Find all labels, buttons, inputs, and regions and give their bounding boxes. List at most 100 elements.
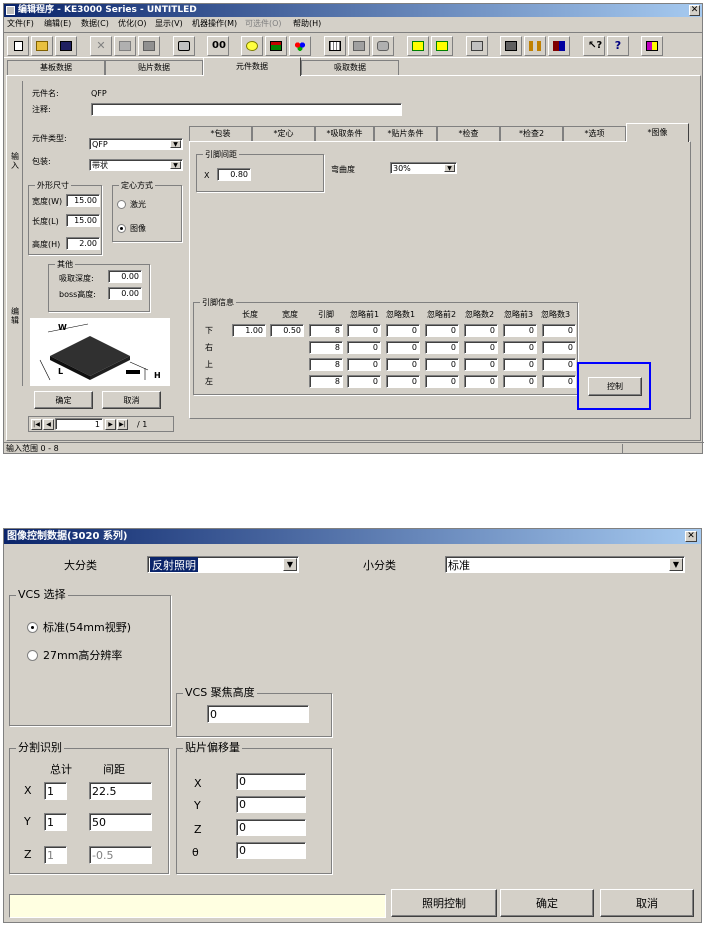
vcs-focus-input[interactable]: 0 [207,705,309,723]
last-record-icon[interactable]: ▶| [117,419,128,430]
major-category-select[interactable]: 反射照明 ▼ [147,556,299,573]
curve-select[interactable]: 30% ▼ [390,162,457,174]
menu-help[interactable]: 帮助(H) [293,20,321,28]
next-record-icon[interactable]: ▶ [105,419,116,430]
subtab-check2[interactable]: *检查2 [500,126,563,141]
first-record-icon[interactable]: |◀ [31,419,42,430]
lead-value-input[interactable]: 0 [347,324,381,337]
split-y-total-input[interactable]: 1 [44,813,67,831]
help-pointer-button[interactable]: ↖? [583,36,605,56]
machine-button[interactable] [265,36,287,56]
menu-view[interactable]: 显示(V) [155,20,183,28]
lead-value-input[interactable]: 0 [425,341,459,354]
lead-value-input[interactable]: 0 [425,375,459,388]
menu-data[interactable]: 数据(C) [81,20,109,28]
subtab-options[interactable]: *选项 [563,126,626,141]
components-button[interactable] [289,36,311,56]
save-button[interactable] [55,36,77,56]
lead-value-input[interactable]: 0 [347,341,381,354]
lead-value-input[interactable]: 0 [542,324,576,337]
lead-value-input[interactable]: 0 [386,341,420,354]
lead-value-input[interactable]: 0 [542,341,576,354]
copy-button[interactable] [114,36,136,56]
lead-value-input[interactable]: 0 [386,375,420,388]
menu-edit[interactable]: 编辑(E) [44,20,71,28]
camera-button[interactable] [372,36,394,56]
image-radio[interactable] [117,224,126,233]
exit-button[interactable] [641,36,663,56]
tab-part-data[interactable]: 元件数据 [203,57,301,76]
laser-radio[interactable] [117,200,126,209]
height-input[interactable]: 2.00 [66,237,100,250]
lead-value-input[interactable]: 0 [503,324,537,337]
lead-value-input[interactable]: 8 [309,358,343,371]
subtab-package[interactable]: *包装 [189,126,252,141]
lead-value-input[interactable]: 0 [425,324,459,337]
pitch-x-input[interactable]: 0.80 [217,168,251,181]
board-button[interactable] [500,36,522,56]
grid-button[interactable] [324,36,346,56]
vcs-27mm-radio[interactable] [27,650,38,661]
lead-value-input[interactable]: 0 [347,375,381,388]
lead-value-input[interactable]: 0 [542,375,576,388]
paste-button[interactable] [138,36,160,56]
split-x-spacing-input[interactable]: 22.5 [89,782,152,800]
cancel-button[interactable]: 取消 [102,391,161,409]
dialog-cancel-button[interactable]: 取消 [600,889,694,917]
menu-options[interactable]: 可选件(O) [245,20,282,28]
light-button[interactable] [241,36,263,56]
nozzle-button[interactable] [407,36,429,56]
prev-record-icon[interactable]: ◀ [43,419,54,430]
tab-placement-data[interactable]: 贴片数据 [105,60,203,75]
lead-value-input[interactable]: 0 [386,358,420,371]
boss-height-input[interactable]: 0.00 [108,287,142,300]
comment-input[interactable] [91,103,402,116]
open-button[interactable] [31,36,53,56]
minor-category-select[interactable]: 标准 ▼ [445,556,685,573]
tab-pickup-data[interactable]: 吸取数据 [301,60,399,75]
lighting-control-button[interactable]: 照明控制 [391,889,497,917]
vcs-standard-radio[interactable] [27,622,38,633]
tool-button[interactable] [431,36,453,56]
menu-machine[interactable]: 机器操作(M) [192,20,237,28]
lead-value-input[interactable]: 8 [309,341,343,354]
control-button[interactable]: 控制 [588,377,642,396]
lead-value-input[interactable]: 0 [542,358,576,371]
part-type-select[interactable]: QFP ▼ [89,138,183,150]
cut-button[interactable]: ✕ [90,36,112,56]
lead-value-input[interactable]: 0 [464,375,498,388]
length-input[interactable]: 15.00 [66,214,100,227]
calculator-button[interactable] [466,36,488,56]
split-y-spacing-input[interactable]: 50 [89,813,152,831]
record-number-input[interactable]: 1 [55,418,103,430]
lead-value-input[interactable]: 0 [425,358,459,371]
new-file-button[interactable] [7,36,29,56]
subtab-centering[interactable]: *定心 [252,126,315,141]
find-button[interactable]: 00 [207,36,229,56]
lead-value-input[interactable]: 0 [464,341,498,354]
feeder-button[interactable] [348,36,370,56]
lead-value-input[interactable]: 0 [503,375,537,388]
package-select[interactable]: 带状 ▼ [89,159,183,171]
subtab-pickup[interactable]: *吸取条件 [315,126,374,141]
pause-button[interactable] [524,36,546,56]
lead-length-input[interactable]: 1.00 [232,324,266,337]
offset-z-input[interactable]: 0 [236,819,306,836]
lead-value-input[interactable]: 0 [347,358,381,371]
menu-optimize[interactable]: 优化(O) [118,20,147,28]
close-icon[interactable]: ✕ [689,5,700,16]
close-icon[interactable]: ✕ [685,531,697,542]
subtab-check[interactable]: *检查 [437,126,500,141]
lead-value-input[interactable]: 8 [309,324,343,337]
offset-theta-input[interactable]: 0 [236,842,306,859]
width-input[interactable]: 15.00 [66,194,100,207]
pickup-depth-input[interactable]: 0.00 [108,270,142,283]
lead-value-input[interactable]: 0 [386,324,420,337]
lead-value-input[interactable]: 0 [464,358,498,371]
dialog-ok-button[interactable]: 确定 [500,889,594,917]
lead-value-input[interactable]: 8 [309,375,343,388]
lead-width-input[interactable]: 0.50 [270,324,304,337]
lead-value-input[interactable]: 0 [464,324,498,337]
lead-value-input[interactable]: 0 [503,358,537,371]
ok-button[interactable]: 确定 [34,391,93,409]
